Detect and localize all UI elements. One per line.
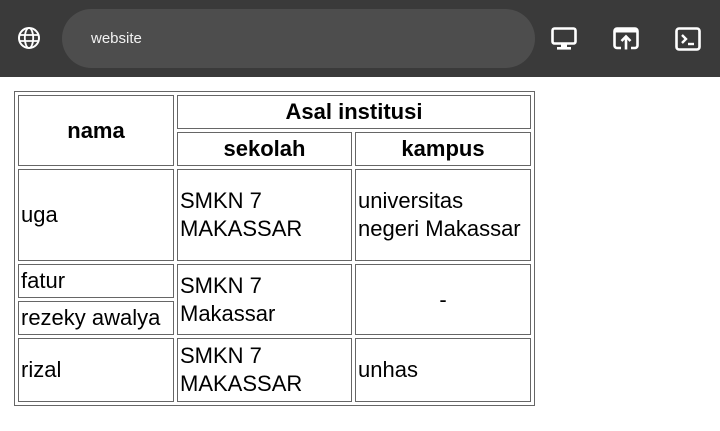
- header-sekolah: sekolah: [177, 132, 352, 166]
- cell-kampus: universitas negeri Makassar: [355, 169, 531, 261]
- table-row: uga SMKN 7 MAKASSAR universitas negeri M…: [18, 169, 531, 261]
- header-kampus: kampus: [355, 132, 531, 166]
- header-asal-institusi: Asal institusi: [177, 95, 531, 129]
- terminal-icon: [675, 27, 701, 51]
- cell-nama: rizal: [18, 338, 174, 402]
- cell-sekolah-shared: SMKN 7 Makassar: [177, 264, 352, 335]
- globe-icon: [18, 27, 40, 49]
- url-text: website: [91, 30, 142, 47]
- desktop-icon: [551, 27, 577, 50]
- cell-nama: rezeky awalya: [18, 301, 174, 335]
- browser-toolbar: website: [0, 0, 720, 77]
- institution-table: nama Asal institusi sekolah kampus uga S…: [14, 91, 535, 406]
- table-row: rizal SMKN 7 MAKASSAR unhas: [18, 338, 531, 402]
- terminal-button[interactable]: [673, 24, 703, 54]
- cell-sekolah: SMKN 7 MAKASSAR: [177, 169, 352, 261]
- open-in-browser-button[interactable]: [611, 24, 641, 54]
- cell-nama: uga: [18, 169, 174, 261]
- open-in-new-icon: [613, 27, 639, 50]
- cell-kampus: unhas: [355, 338, 531, 402]
- url-bar[interactable]: website: [62, 9, 535, 68]
- cell-sekolah: SMKN 7 MAKASSAR: [177, 338, 352, 402]
- cell-kampus-shared: -: [355, 264, 531, 335]
- page-content: nama Asal institusi sekolah kampus uga S…: [14, 91, 535, 406]
- desktop-mode-button[interactable]: [549, 24, 579, 54]
- cell-nama: fatur: [18, 264, 174, 298]
- header-nama: nama: [18, 95, 174, 166]
- header-row: nama Asal institusi: [18, 95, 531, 166]
- table-row: fatur SMKN 7 Makassar -: [18, 264, 531, 335]
- site-info-button[interactable]: [14, 23, 44, 53]
